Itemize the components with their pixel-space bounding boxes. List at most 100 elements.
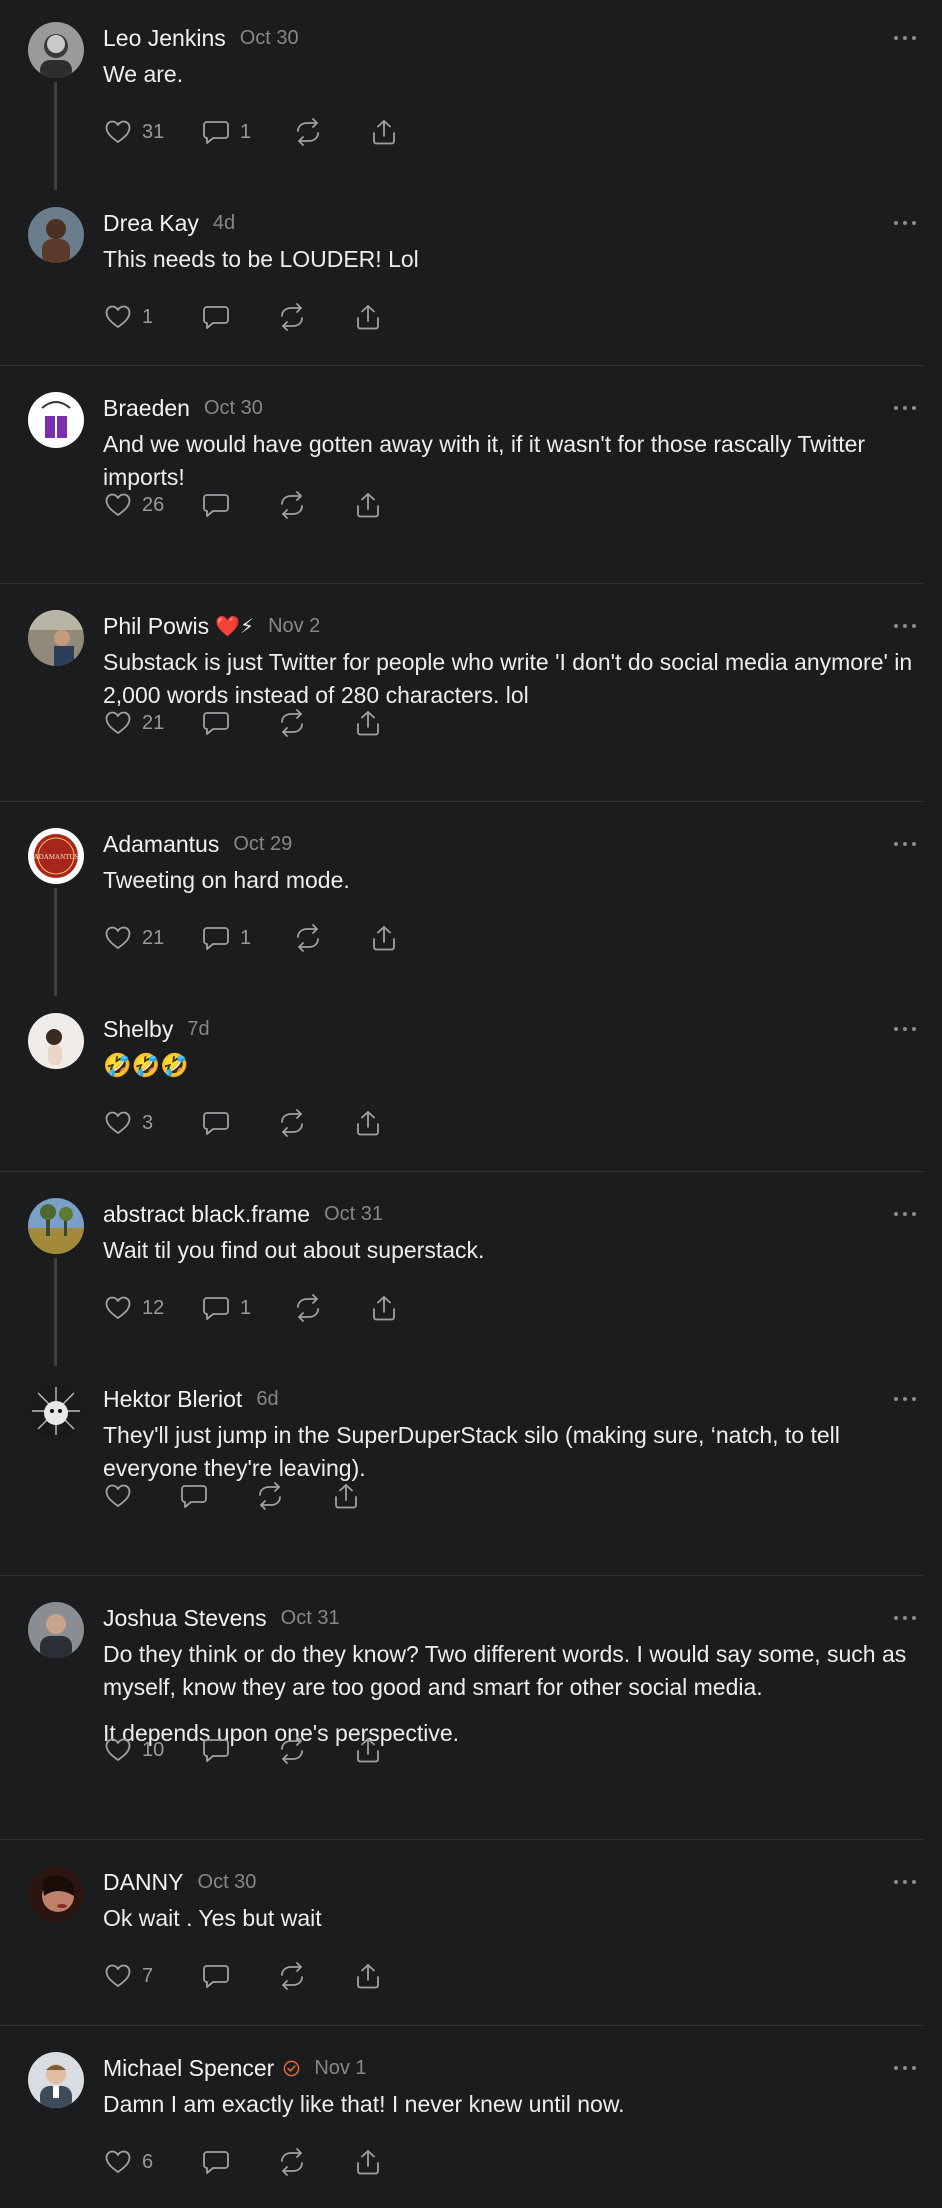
- like-button[interactable]: 1: [103, 302, 201, 332]
- like-button[interactable]: 10: [103, 1735, 201, 1765]
- reply-button[interactable]: [201, 708, 277, 738]
- more-options-icon[interactable]: [894, 403, 916, 413]
- restack-button[interactable]: [277, 708, 353, 738]
- thread-line: [54, 888, 57, 996]
- like-button[interactable]: 7: [103, 1961, 201, 1991]
- reply-button[interactable]: [201, 490, 277, 520]
- restack-button[interactable]: [277, 1108, 353, 1138]
- author-name[interactable]: Braeden: [103, 395, 190, 422]
- share-button[interactable]: [353, 1961, 393, 1991]
- author-name[interactable]: DANNY: [103, 1869, 184, 1896]
- share-button[interactable]: [369, 117, 409, 147]
- avatar[interactable]: [28, 392, 84, 448]
- author-name[interactable]: Hektor Bleriot: [103, 1386, 242, 1413]
- restack-button[interactable]: [255, 1481, 331, 1511]
- comment-date[interactable]: Oct 31: [281, 1607, 340, 1630]
- comment-header: Michael Spencer Nov 1: [103, 2054, 902, 2082]
- comment-paragraph: This needs to be LOUDER! Lol: [103, 246, 419, 272]
- author-name[interactable]: Leo Jenkins: [103, 25, 226, 52]
- restack-button[interactable]: [277, 1961, 353, 1991]
- reply-button[interactable]: [201, 1961, 277, 1991]
- share-button[interactable]: [369, 1293, 409, 1323]
- share-icon: [353, 1961, 383, 1991]
- author-name[interactable]: Drea Kay: [103, 210, 199, 237]
- comment-date[interactable]: Oct 31: [324, 1203, 383, 1226]
- heart-icon: [103, 923, 133, 953]
- comment-date[interactable]: Oct 29: [233, 833, 292, 856]
- heart-icon: [103, 1108, 133, 1138]
- avatar[interactable]: [28, 1198, 84, 1254]
- like-button[interactable]: 21: [103, 923, 201, 953]
- reply-button[interactable]: 1: [201, 117, 293, 147]
- more-options-icon[interactable]: [894, 621, 916, 631]
- comment-date[interactable]: Nov 1: [314, 2057, 366, 2080]
- comment-date[interactable]: Nov 2: [268, 615, 320, 638]
- more-options-icon[interactable]: [894, 33, 916, 43]
- share-button[interactable]: [331, 1481, 371, 1511]
- restack-button[interactable]: [293, 117, 369, 147]
- more-options-icon[interactable]: [894, 1613, 916, 1623]
- restack-button[interactable]: [293, 1293, 369, 1323]
- reply-button[interactable]: 1: [201, 1293, 293, 1323]
- author-name[interactable]: Shelby: [103, 1016, 173, 1043]
- author-name[interactable]: Joshua Stevens: [103, 1605, 267, 1632]
- restack-button[interactable]: [277, 490, 353, 520]
- avatar[interactable]: [28, 22, 84, 78]
- like-button[interactable]: 12: [103, 1293, 201, 1323]
- reply-button[interactable]: [201, 2147, 277, 2177]
- restack-button[interactable]: [293, 923, 369, 953]
- like-button[interactable]: 6: [103, 2147, 201, 2177]
- like-button[interactable]: 26: [103, 490, 201, 520]
- like-button[interactable]: 21: [103, 708, 201, 738]
- reply-button[interactable]: [201, 1108, 277, 1138]
- restack-button[interactable]: [277, 1735, 353, 1765]
- heart-icon: [103, 2147, 133, 2177]
- like-button[interactable]: [103, 1481, 179, 1511]
- like-button[interactable]: 3: [103, 1108, 201, 1138]
- restack-button[interactable]: [277, 2147, 353, 2177]
- more-options-icon[interactable]: [894, 218, 916, 228]
- heart-icon: [103, 1735, 133, 1765]
- share-button[interactable]: [353, 302, 393, 332]
- comment-body: Ok wait . Yes but wait: [103, 1902, 928, 1949]
- share-button[interactable]: [369, 923, 409, 953]
- share-button[interactable]: [353, 1735, 393, 1765]
- reply-button[interactable]: [179, 1481, 255, 1511]
- share-button[interactable]: [353, 490, 393, 520]
- author-name[interactable]: Michael Spencer: [103, 2055, 274, 2082]
- avatar[interactable]: [28, 1383, 84, 1439]
- avatar[interactable]: ADAMANTUS: [28, 828, 84, 884]
- more-options-icon[interactable]: [894, 2063, 916, 2073]
- more-options-icon[interactable]: [894, 1877, 916, 1887]
- share-button[interactable]: [353, 2147, 393, 2177]
- comment-date[interactable]: 6d: [256, 1388, 278, 1411]
- reply-button[interactable]: 1: [201, 923, 293, 953]
- share-button[interactable]: [353, 1108, 393, 1138]
- author-name[interactable]: abstract black.frame: [103, 1201, 310, 1228]
- reply-icon: [201, 117, 231, 147]
- author-name[interactable]: Adamantus: [103, 831, 219, 858]
- comment-date[interactable]: 7d: [187, 1018, 209, 1041]
- avatar[interactable]: [28, 610, 84, 666]
- avatar[interactable]: [28, 1013, 84, 1069]
- avatar[interactable]: [28, 2052, 84, 2108]
- reply-button[interactable]: [201, 1735, 277, 1765]
- reply-button[interactable]: [201, 302, 277, 332]
- more-options-icon[interactable]: [894, 1024, 916, 1034]
- heart-icon: [103, 1293, 133, 1323]
- like-button[interactable]: 31: [103, 117, 201, 147]
- share-button[interactable]: [353, 708, 393, 738]
- restack-button[interactable]: [277, 302, 353, 332]
- more-options-icon[interactable]: [894, 839, 916, 849]
- comment-date[interactable]: Oct 30: [240, 27, 299, 50]
- more-options-icon[interactable]: [894, 1209, 916, 1219]
- more-options-icon[interactable]: [894, 1394, 916, 1404]
- comment-date[interactable]: 4d: [213, 212, 235, 235]
- avatar[interactable]: [28, 1602, 84, 1658]
- author-name[interactable]: Phil Powis: [103, 613, 209, 640]
- comment-date[interactable]: Oct 30: [198, 1871, 257, 1894]
- reply-count: 1: [240, 1296, 252, 1319]
- avatar[interactable]: [28, 207, 84, 263]
- avatar[interactable]: [28, 1866, 84, 1922]
- comment-date[interactable]: Oct 30: [204, 397, 263, 420]
